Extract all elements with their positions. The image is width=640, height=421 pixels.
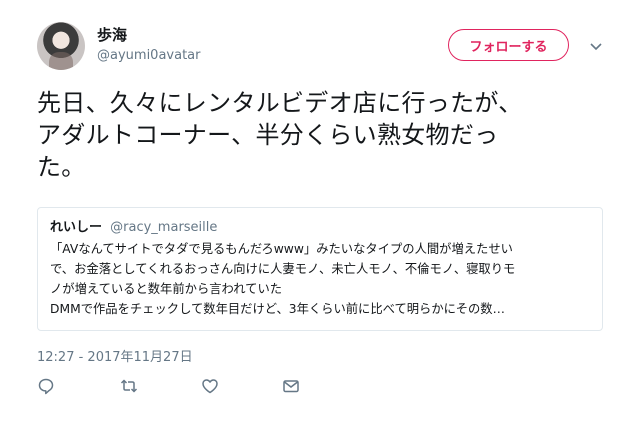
chevron-down-icon[interactable] [589,38,603,52]
avatar[interactable] [37,22,85,70]
tweet-line: アダルトコーナー、半分くらい熟女物だっ [37,121,499,149]
retweet-icon[interactable] [120,377,138,395]
quoted-tweet-header: れいしー @racy_marseille [50,216,590,235]
quoted-author-handle: @racy_marseille [110,220,218,235]
action-bar [37,377,337,397]
envelope-icon[interactable] [282,377,300,395]
quoted-tweet-line: DMMで作品をチェックして数年目だけど、3年くらい前に比べて明らかにその数… [50,302,505,316]
author-handle[interactable]: @ayumi0avatar [97,48,200,63]
quoted-author-name: れいしー [50,220,103,235]
tweet-line: 先日、久々にレンタルビデオ店に行ったが、 [37,89,523,117]
tweet-text: 先日、久々にレンタルビデオ店に行ったが、 アダルトコーナー、半分くらい熟女物だっ… [37,87,605,183]
quoted-tweet-line: 「AVなんてサイトでタダで見るもんだろwww」みたいなタイプの人間が増えたせい [50,242,513,256]
tweet-line: た。 [37,153,86,181]
quoted-tweet-body: 「AVなんてサイトでタダで見るもんだろwww」みたいなタイプの人間が増えたせい … [50,239,590,319]
author-display-name[interactable]: 歩海 [97,24,127,45]
quoted-tweet[interactable]: れいしー @racy_marseille 「AVなんてサイトでタダで見るもんだろ… [37,207,603,331]
quoted-tweet-line: で、お金落としてくれるおっさん向けに人妻モノ、未亡人モノ、不倫モノ、寝取りモ [50,262,516,276]
follow-button[interactable]: フォローする [448,29,569,61]
quoted-tweet-line: ノが増えていると数年前から言われていた [50,282,283,296]
reply-icon[interactable] [37,377,55,395]
heart-icon[interactable] [201,377,219,395]
timestamp[interactable]: 12:27 - 2017年11月27日 [37,346,193,365]
